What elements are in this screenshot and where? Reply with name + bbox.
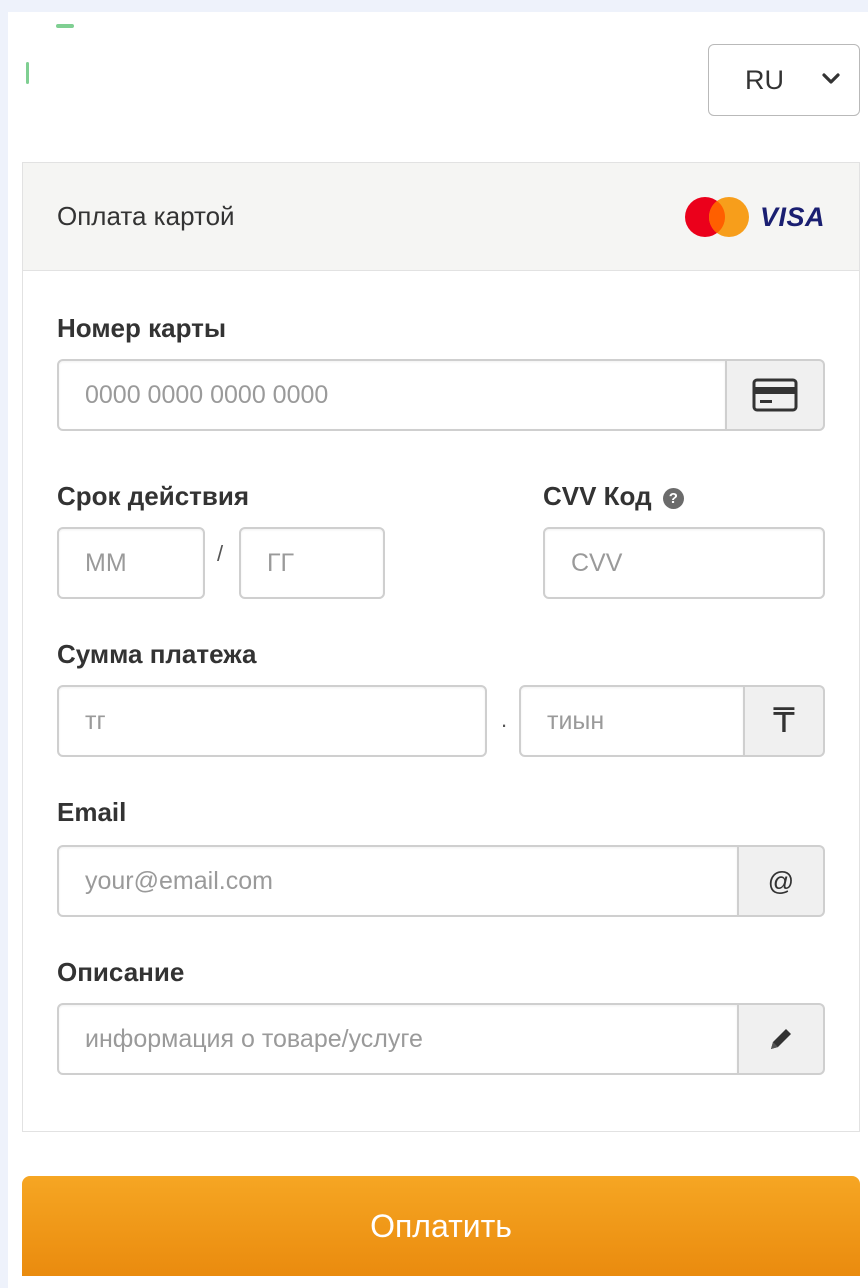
- tenge-icon: ₸: [745, 685, 825, 757]
- panel-title: Оплата картой: [57, 201, 235, 231]
- cvv-label: CVV Код ?: [543, 481, 684, 512]
- cvv-group: CVV: [543, 527, 825, 599]
- expiry-month-placeholder: ММ: [85, 548, 127, 577]
- pay-button[interactable]: Оплатить: [22, 1176, 860, 1276]
- description-group: информация о товаре/услуге: [57, 1003, 825, 1075]
- language-select[interactable]: RU: [708, 44, 860, 116]
- amount-tenge-group: тг: [57, 685, 487, 757]
- description-label: Описание: [57, 957, 185, 987]
- logo-fragment: [26, 62, 29, 84]
- chevron-down-icon: [822, 73, 840, 84]
- panel-header: Оплата картой VISA: [23, 163, 859, 271]
- card-number-group: 0000 0000 0000 0000: [57, 359, 825, 431]
- card-number-label: Номер карты: [57, 313, 227, 343]
- amount-tiyn-input[interactable]: тиын: [519, 685, 745, 757]
- expiry-month-group: ММ: [57, 527, 205, 599]
- amount-tiyn-placeholder: тиын: [547, 706, 605, 735]
- credit-card-icon: [752, 378, 798, 412]
- language-selected-value: RU: [745, 64, 784, 95]
- card-payment-panel: Оплата картой VISA Номер карты 0000 0000…: [22, 162, 860, 1132]
- amount-tenge-input[interactable]: тг: [57, 685, 487, 757]
- amount-tenge-placeholder: тг: [85, 706, 106, 735]
- expiry-year-placeholder: ГГ: [267, 548, 295, 577]
- cvv-input[interactable]: CVV: [543, 527, 825, 599]
- mastercard-logo: [684, 197, 749, 237]
- amount-separator: .: [501, 707, 508, 732]
- email-label: Email: [57, 797, 127, 827]
- at-icon: @: [739, 845, 825, 917]
- expiry-month-input[interactable]: ММ: [57, 527, 205, 599]
- card-brands: VISA: [684, 195, 825, 239]
- card-number-input[interactable]: 0000 0000 0000 0000: [57, 359, 727, 431]
- email-placeholder: your@email.com: [85, 866, 273, 895]
- email-group: your@email.com @: [57, 845, 825, 917]
- card-number-placeholder: 0000 0000 0000 0000: [85, 380, 329, 409]
- description-input[interactable]: информация о товаре/услуге: [57, 1003, 739, 1075]
- visa-logo: VISA: [759, 201, 825, 232]
- cvv-label-text: CVV Код: [543, 481, 652, 511]
- card-icon-addon: [727, 359, 825, 431]
- expiry-year-group: ГГ: [239, 527, 385, 599]
- help-icon[interactable]: ?: [662, 488, 684, 509]
- email-input[interactable]: your@email.com: [57, 845, 739, 917]
- expiry-year-input[interactable]: ГГ: [239, 527, 385, 599]
- amount-tiyn-group: тиын ₸: [519, 685, 825, 757]
- cvv-placeholder: CVV: [571, 548, 623, 577]
- pencil-icon-addon: [739, 1003, 825, 1075]
- amount-label: Сумма платежа: [57, 639, 257, 669]
- logo-fragment: [56, 24, 74, 28]
- pencil-icon: [771, 1029, 791, 1049]
- expiry-separator: /: [217, 541, 224, 566]
- description-placeholder: информация о товаре/услуге: [85, 1024, 423, 1053]
- expiry-label: Срок действия: [57, 481, 250, 511]
